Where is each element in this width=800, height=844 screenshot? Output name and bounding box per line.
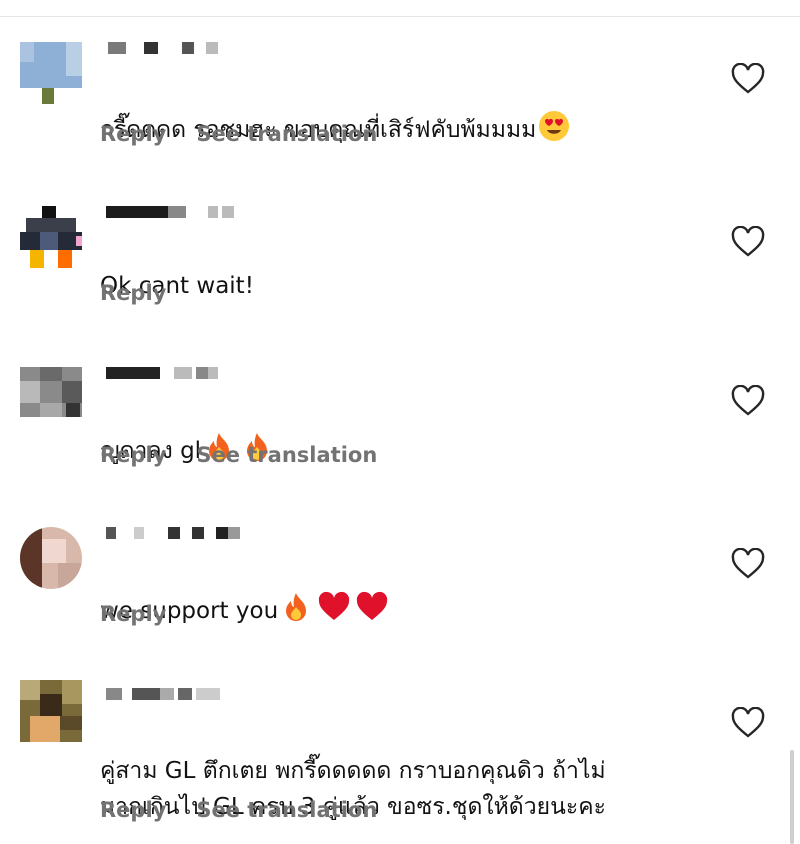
top-divider — [0, 16, 800, 17]
heart-outline-icon[interactable] — [731, 707, 765, 739]
red-heart-emoji-icon — [319, 591, 350, 620]
heart-outline-icon[interactable] — [731, 63, 765, 95]
scrollbar[interactable] — [790, 750, 794, 844]
reply-button[interactable]: Reply — [100, 122, 166, 146]
see-translation-button[interactable]: See translation — [196, 443, 377, 467]
username-blurred[interactable] — [104, 42, 234, 56]
reply-button[interactable]: Reply — [100, 443, 166, 467]
comment-actions: Reply See translation — [100, 798, 407, 822]
reply-button[interactable]: Reply — [100, 281, 166, 305]
avatar[interactable] — [20, 42, 82, 104]
heart-eyes-emoji-icon — [539, 111, 570, 141]
reply-button[interactable]: Reply — [100, 798, 166, 822]
avatar[interactable] — [20, 206, 82, 268]
heart-outline-icon[interactable] — [731, 385, 765, 417]
username-blurred[interactable] — [104, 688, 234, 702]
heart-outline-icon[interactable] — [731, 548, 765, 580]
see-translation-button[interactable]: See translation — [196, 122, 377, 146]
comment-actions: Reply See translation — [100, 122, 407, 146]
fire-emoji-icon — [286, 593, 307, 621]
username-blurred[interactable] — [104, 527, 240, 541]
avatar[interactable] — [20, 367, 82, 429]
avatar[interactable] — [20, 680, 82, 742]
username-blurred[interactable] — [104, 367, 234, 381]
username-blurred[interactable] — [104, 206, 234, 220]
comment-actions: Reply — [100, 281, 196, 305]
comment-actions: Reply See translation — [100, 443, 407, 467]
red-heart-emoji-icon — [357, 591, 388, 620]
see-translation-button[interactable]: See translation — [196, 798, 377, 822]
heart-outline-icon[interactable] — [731, 226, 765, 258]
comment-actions: Reply — [100, 602, 196, 626]
reply-button[interactable]: Reply — [100, 602, 166, 626]
avatar[interactable] — [20, 527, 82, 589]
